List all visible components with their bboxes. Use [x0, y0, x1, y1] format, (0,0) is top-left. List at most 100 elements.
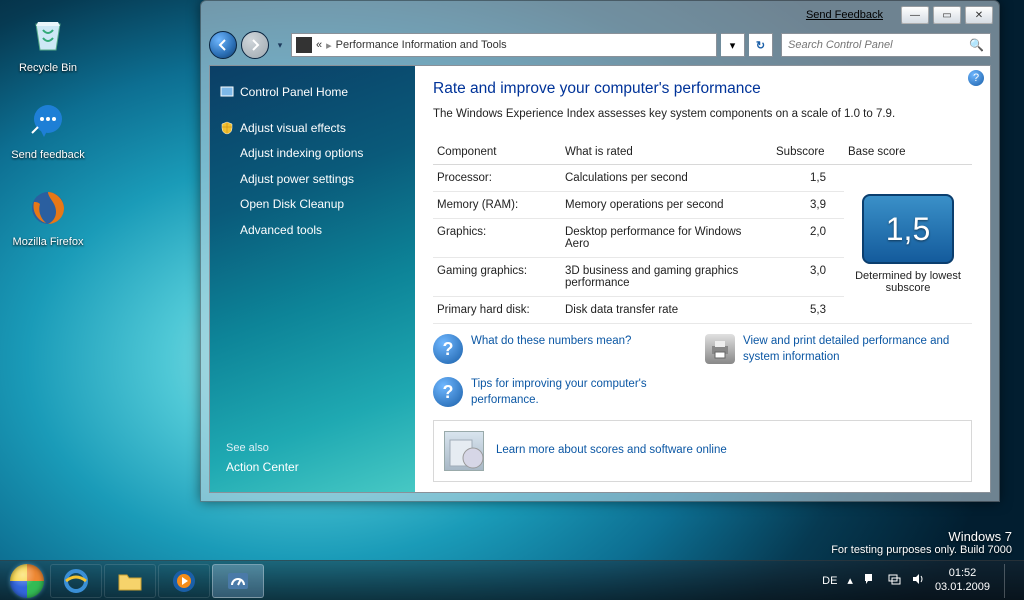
- refresh-button[interactable]: ↻: [749, 33, 773, 57]
- watermark-line2: For testing purposes only. Build 7000: [831, 544, 1012, 556]
- see-also-label: See also: [210, 442, 415, 454]
- chevron-right-icon: ▸: [326, 39, 332, 52]
- address-dropdown-button[interactable]: ▾: [721, 33, 745, 57]
- sidebar-item-label: Open Disk Cleanup: [240, 197, 344, 211]
- history-dropdown[interactable]: ▾: [273, 35, 287, 55]
- maximize-button[interactable]: ▭: [933, 6, 961, 24]
- link-learn-online[interactable]: Learn more about scores and software onl…: [496, 443, 727, 459]
- base-score-cell: 1,5 Determined by lowest subscore: [844, 165, 972, 324]
- ie-icon: [62, 567, 90, 595]
- arrow-right-icon: [248, 38, 262, 52]
- col-rated: What is rated: [561, 140, 772, 165]
- content-pane: ? Rate and improve your computer's perfo…: [415, 66, 990, 492]
- base-score-label: Determined by lowest subscore: [848, 270, 968, 294]
- refresh-icon: ↻: [756, 39, 765, 52]
- sidebar: Control Panel Home Adjust visual effects…: [210, 66, 415, 492]
- taskbar: DE ▴ 01:52 03.01.2009: [0, 560, 1024, 600]
- base-score-box: 1,5: [862, 194, 954, 264]
- clock-date: 03.01.2009: [935, 581, 990, 595]
- link-view-print: View and print detailed performance and …: [705, 334, 965, 365]
- sidebar-item-label: Advanced tools: [240, 223, 322, 237]
- base-score-value: 1,5: [886, 211, 930, 248]
- taskbar-item-ie[interactable]: [50, 564, 102, 598]
- desktop-icon-label: Send feedback: [10, 149, 86, 162]
- link-view-print-anchor[interactable]: View and print detailed performance and …: [743, 334, 965, 365]
- close-button[interactable]: ✕: [965, 6, 993, 24]
- sidebar-footer: See also Action Center: [210, 442, 415, 482]
- shield-icon: [220, 121, 234, 135]
- sidebar-item-disk-cleanup[interactable]: Open Disk Cleanup: [210, 192, 415, 218]
- action-center-tray-icon[interactable]: [863, 572, 877, 589]
- desktop-icon-label: Mozilla Firefox: [10, 236, 86, 249]
- desktop-icon-label: Recycle Bin: [10, 62, 86, 75]
- taskbar-item-performance[interactable]: [212, 564, 264, 598]
- printer-icon: [705, 334, 735, 364]
- arrow-left-icon: [216, 38, 230, 52]
- sidebar-item-advanced-tools[interactable]: Advanced tools: [210, 218, 415, 244]
- col-component: Component: [433, 140, 561, 165]
- send-feedback-link[interactable]: Send Feedback: [806, 9, 883, 21]
- show-desktop-button[interactable]: [1004, 564, 1014, 598]
- search-icon[interactable]: 🔍: [969, 38, 984, 52]
- media-player-icon: [170, 567, 198, 595]
- forward-button[interactable]: [241, 31, 269, 59]
- link-what-numbers: ? What do these numbers mean?: [433, 334, 693, 365]
- window-titlebar[interactable]: Send Feedback — ▭ ✕: [201, 1, 999, 29]
- question-icon: ?: [433, 334, 463, 364]
- desktop-icon-recycle-bin[interactable]: Recycle Bin: [10, 10, 86, 75]
- address-bar[interactable]: « ▸ Performance Information and Tools: [291, 33, 717, 57]
- gauge-icon: [224, 567, 252, 595]
- minimize-button[interactable]: —: [901, 6, 929, 24]
- windows-orb-icon: [10, 564, 44, 598]
- desktop-icon-send-feedback[interactable]: Send feedback: [10, 97, 86, 162]
- question-icon: ?: [433, 377, 463, 407]
- cell-subscore: 1,5: [772, 165, 844, 192]
- desktop-icon-firefox[interactable]: Mozilla Firefox: [10, 184, 86, 249]
- search-box[interactable]: 🔍: [781, 33, 991, 57]
- col-base: Base score: [844, 140, 972, 165]
- link-tips-anchor[interactable]: Tips for improving your computer's perfo…: [471, 377, 693, 408]
- link-tips: ? Tips for improving your computer's per…: [433, 377, 693, 408]
- taskbar-item-explorer[interactable]: [104, 564, 156, 598]
- window-body: Control Panel Home Adjust visual effects…: [209, 65, 991, 493]
- language-indicator[interactable]: DE: [822, 575, 837, 587]
- firefox-icon: [24, 184, 72, 232]
- sidebar-item-label: Adjust power settings: [240, 172, 354, 186]
- control-panel-icon: [220, 85, 234, 99]
- learn-online-box: Learn more about scores and software onl…: [433, 420, 972, 482]
- system-tray: DE ▴ 01:52 03.01.2009: [822, 564, 1018, 598]
- sidebar-home-label: Control Panel Home: [240, 85, 348, 99]
- help-button[interactable]: ?: [968, 70, 984, 86]
- col-subscore: Subscore: [772, 140, 844, 165]
- sidebar-home[interactable]: Control Panel Home: [210, 80, 415, 106]
- sidebar-item-power[interactable]: Adjust power settings: [210, 167, 415, 193]
- search-input[interactable]: [788, 39, 965, 51]
- folder-icon: [116, 567, 144, 595]
- help-icon: ?: [973, 72, 979, 84]
- watermark-line1: Windows 7: [831, 529, 1012, 544]
- link-what-numbers-anchor[interactable]: What do these numbers mean?: [471, 334, 631, 350]
- table-row: Processor: Calculations per second 1,5 1…: [433, 165, 972, 192]
- wei-table: Component What is rated Subscore Base sc…: [433, 140, 972, 324]
- window-control-buttons: — ▭ ✕: [901, 6, 993, 24]
- back-button[interactable]: [209, 31, 237, 59]
- page-title: Rate and improve your computer's perform…: [433, 80, 972, 98]
- desktop-icons: Recycle Bin Send feedback Mozilla Firefo…: [10, 10, 86, 250]
- network-tray-icon[interactable]: [887, 572, 901, 589]
- tray-overflow-button[interactable]: ▴: [847, 574, 853, 587]
- sidebar-item-label: Adjust indexing options: [240, 146, 363, 160]
- sidebar-action-center[interactable]: Action Center: [210, 460, 415, 474]
- clock[interactable]: 01:52 03.01.2009: [935, 567, 990, 595]
- cell-component: Processor:: [433, 165, 561, 192]
- volume-tray-icon[interactable]: [911, 572, 925, 589]
- navigation-toolbar: ▾ « ▸ Performance Information and Tools …: [209, 29, 991, 61]
- sidebar-item-visual-effects[interactable]: Adjust visual effects: [210, 116, 415, 142]
- sidebar-item-indexing[interactable]: Adjust indexing options: [210, 141, 415, 167]
- taskbar-item-media-player[interactable]: [158, 564, 210, 598]
- breadcrumb-prefix[interactable]: «: [316, 39, 322, 51]
- explorer-window: Send Feedback — ▭ ✕ ▾ « ▸ Performance In…: [200, 0, 1000, 502]
- breadcrumb-current[interactable]: Performance Information and Tools: [336, 39, 507, 51]
- desktop-wallpaper: Recycle Bin Send feedback Mozilla Firefo…: [0, 0, 1024, 600]
- start-button[interactable]: [6, 564, 48, 598]
- software-box-icon: [444, 431, 484, 471]
